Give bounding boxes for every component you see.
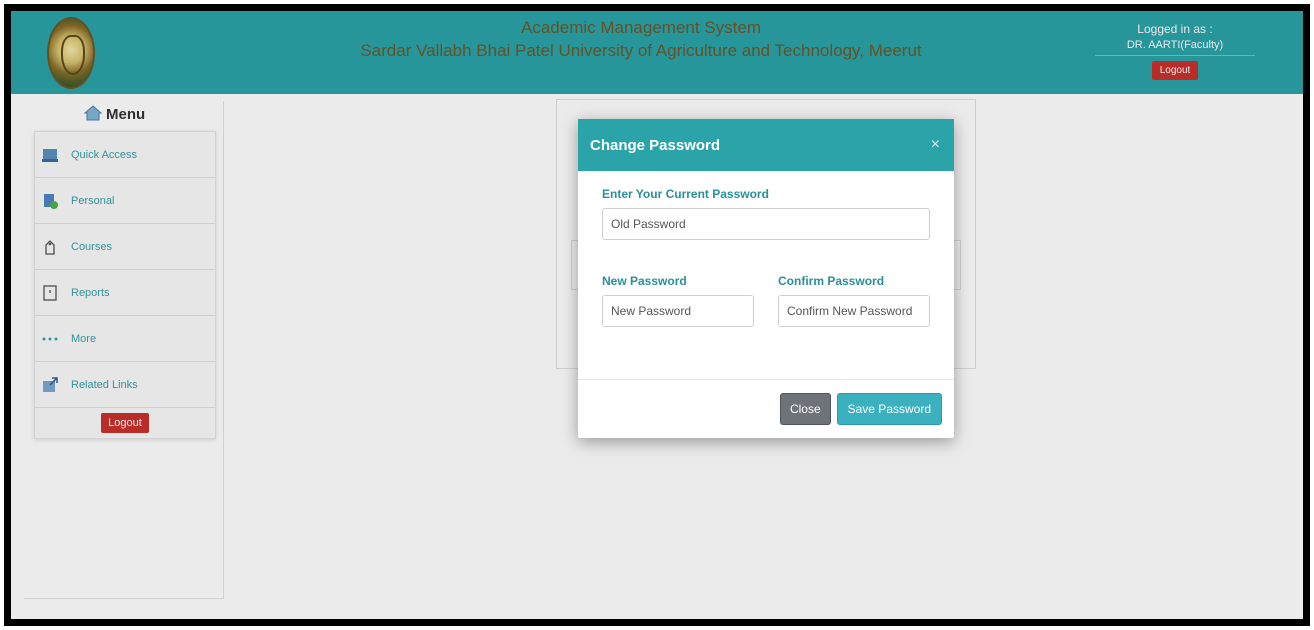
modal-title: Change Password (590, 136, 721, 154)
confirm-password-input[interactable] (778, 295, 930, 327)
page: Academic Management System Sardar Vallab… (11, 11, 1303, 619)
change-password-modal: Change Password × Enter Your Current Pas… (578, 119, 954, 438)
close-icon[interactable]: × (931, 137, 940, 153)
screenshot-frame: Academic Management System Sardar Vallab… (4, 4, 1310, 626)
modal-footer: Close Save Password (578, 380, 954, 438)
confirm-password-label: Confirm Password (778, 274, 885, 288)
new-password-label: New Password (602, 274, 687, 288)
current-password-label: Enter Your Current Password (602, 187, 769, 201)
close-button[interactable]: Close (779, 393, 831, 425)
current-password-input[interactable] (602, 208, 930, 240)
confirm-password-column: Confirm Password (778, 274, 930, 327)
save-password-button[interactable]: Save Password (836, 393, 942, 425)
modal-body: Enter Your Current Password New Password… (578, 171, 954, 380)
new-password-column: New Password (602, 274, 754, 327)
new-password-row: New Password Confirm Password (602, 274, 930, 327)
new-password-input[interactable] (602, 295, 754, 327)
modal-header: Change Password × (578, 119, 954, 171)
